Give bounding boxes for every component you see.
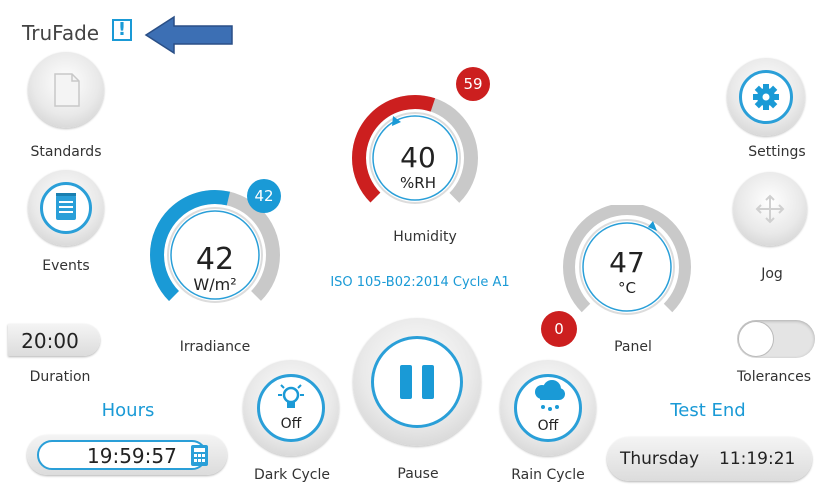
dark-cycle-label: Dark Cycle	[254, 467, 330, 483]
dark-cycle-state: Off	[280, 416, 302, 432]
duration-field[interactable]: 20:00	[8, 324, 100, 356]
rain-cloud-icon	[535, 380, 565, 411]
duration-label: Duration	[29, 369, 91, 385]
panel-setpoint-badge[interactable]: 0	[541, 311, 577, 347]
dark-cycle-button[interactable]: Off	[243, 360, 339, 456]
tolerances-label: Tolerances	[736, 369, 812, 385]
tolerances-toggle[interactable]	[737, 320, 815, 358]
standards-button[interactable]	[28, 52, 104, 128]
duration-value: 20:00	[21, 329, 79, 353]
panel-label: Panel	[614, 339, 652, 355]
calculator-icon[interactable]	[190, 445, 210, 467]
settings-button[interactable]	[727, 58, 805, 136]
pointer-arrow-icon	[144, 15, 233, 55]
events-button[interactable]	[28, 170, 104, 246]
hours-value: 19:59:57	[87, 444, 177, 468]
app-title: TruFade	[22, 21, 100, 45]
rain-cycle-state: Off	[537, 418, 559, 434]
humidity-label: Humidity	[393, 229, 457, 245]
gear-icon	[753, 84, 779, 110]
rain-cycle-label: Rain Cycle	[511, 467, 585, 483]
jog-label: Jog	[761, 266, 783, 282]
alert-icon[interactable]: !	[112, 19, 132, 41]
pause-icon	[400, 365, 434, 399]
irradiance-setpoint-badge[interactable]: 42	[247, 179, 281, 213]
humidity-gauge[interactable]: 40 %RH	[345, 88, 485, 228]
test-end-field[interactable]: Thursday 11:19:21	[607, 437, 812, 481]
rain-cycle-button[interactable]: Off	[500, 360, 596, 456]
irradiance-value: 42	[196, 242, 234, 277]
document-icon	[54, 73, 80, 107]
pause-label: Pause	[397, 466, 439, 482]
irradiance-label: Irradiance	[179, 339, 251, 355]
hours-field[interactable]: 19:59:57	[27, 435, 227, 475]
humidity-unit: %RH	[400, 174, 436, 192]
toggle-knob	[738, 321, 774, 357]
jog-button[interactable]	[733, 172, 807, 246]
lightbulb-icon	[278, 384, 304, 408]
pause-button[interactable]	[353, 318, 481, 446]
panel-value: 47	[609, 246, 645, 279]
notebook-icon	[56, 193, 76, 220]
test-end-label: Test End	[670, 400, 746, 421]
humidity-setpoint-badge[interactable]: 59	[456, 67, 490, 101]
cycle-name: ISO 105-B02:2014 Cycle A1	[330, 275, 510, 290]
hours-label: Hours	[101, 400, 155, 421]
panel-gauge[interactable]: 47 °C	[553, 205, 703, 335]
test-end-time: 11:19:21	[719, 449, 796, 469]
events-label: Events	[42, 258, 90, 274]
humidity-value: 40	[400, 141, 436, 174]
settings-label: Settings	[748, 144, 806, 160]
panel-unit: °C	[618, 279, 636, 297]
test-end-day: Thursday	[620, 449, 700, 469]
standards-label: Standards	[30, 144, 102, 160]
move-arrows-icon	[755, 194, 785, 224]
irradiance-unit: W/m²	[193, 275, 236, 294]
